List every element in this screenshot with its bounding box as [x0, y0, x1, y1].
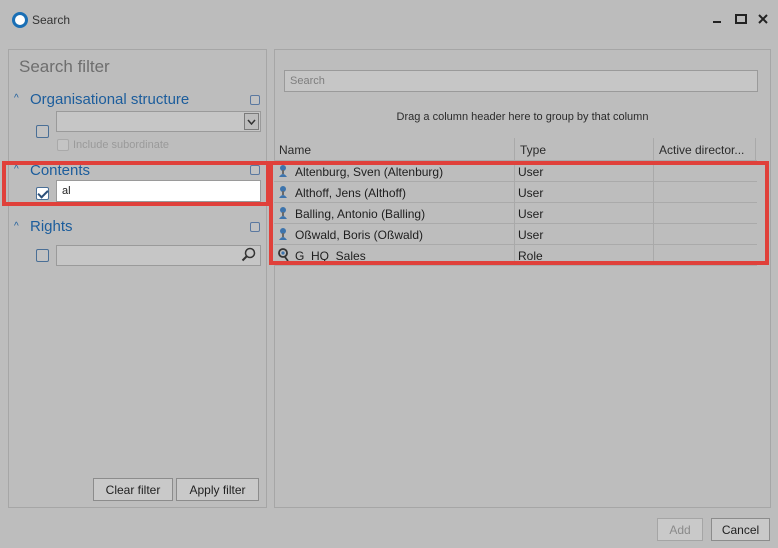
org-section-checkbox[interactable]	[250, 95, 260, 105]
user-icon	[278, 227, 288, 244]
row-type-cell: User	[518, 165, 544, 179]
include-subordinate-label: Include subordinate	[73, 139, 170, 151]
clear-filter-button[interactable]: Clear filter	[93, 478, 173, 501]
user-icon	[278, 185, 288, 202]
apply-filter-button[interactable]: Apply filter	[176, 478, 259, 501]
column-header-active-directory[interactable]: Active director...	[653, 138, 755, 160]
results-search-input[interactable]: Search	[284, 70, 758, 92]
app-logo-icon	[12, 12, 28, 28]
section-rights-title[interactable]: Rights	[30, 218, 73, 235]
close-icon[interactable]	[752, 8, 774, 30]
contents-section-checkbox[interactable]	[250, 165, 260, 175]
org-structure-select[interactable]	[56, 111, 261, 132]
row-name-cell: Althoff, Jens (Althoff)	[295, 186, 406, 200]
row-name-cell: Altenburg, Sven (Altenburg)	[295, 165, 444, 179]
include-subordinate-checkbox[interactable]	[57, 139, 69, 151]
minimize-icon[interactable]	[706, 8, 728, 30]
user-icon	[278, 164, 288, 181]
chevron-up-icon[interactable]: ^	[14, 221, 19, 232]
chevron-up-icon[interactable]: ^	[14, 164, 19, 175]
group-by-hint: Drag a column header here to group by th…	[396, 111, 649, 123]
user-icon	[278, 206, 288, 223]
row-name-cell: Oßwald, Boris (Oßwald)	[295, 228, 424, 242]
panel-title: Search filter	[19, 57, 110, 76]
row-type-cell: User	[518, 207, 544, 221]
row-name-cell: G_HQ_Sales	[295, 249, 366, 263]
rights-section-checkbox[interactable]	[250, 222, 260, 232]
cancel-button[interactable]: Cancel	[711, 518, 770, 541]
maximize-icon[interactable]	[730, 8, 752, 30]
column-divider	[653, 138, 654, 263]
row-type-cell: User	[518, 228, 544, 242]
chevron-up-icon[interactable]: ^	[14, 93, 19, 104]
contents-input[interactable]: al	[56, 180, 261, 202]
add-button[interactable]: Add	[657, 518, 703, 541]
role-icon	[278, 248, 290, 265]
window-title: Search	[32, 13, 71, 27]
rights-input[interactable]	[56, 245, 261, 266]
row-name-cell: Balling, Antonio (Balling)	[295, 207, 426, 221]
title-bar	[0, 0, 778, 40]
search-icon[interactable]	[241, 247, 257, 263]
column-header-type[interactable]: Type	[514, 138, 653, 160]
row-type-cell: User	[518, 186, 544, 200]
chevron-down-icon[interactable]	[244, 113, 259, 130]
rights-checkbox[interactable]	[36, 249, 49, 262]
org-checkbox[interactable]	[36, 125, 49, 138]
section-org-title[interactable]: Organisational structure	[30, 91, 189, 108]
row-type-cell: Role	[518, 249, 543, 263]
contents-checkbox[interactable]	[36, 187, 49, 200]
section-contents-title[interactable]: Contents	[30, 162, 90, 179]
column-header-name[interactable]: Name	[274, 138, 514, 160]
